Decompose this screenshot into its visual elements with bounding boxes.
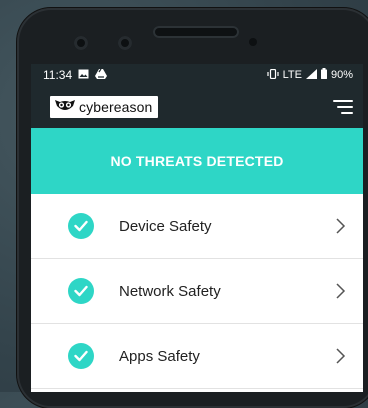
drive-icon — [95, 68, 108, 82]
status-time: 11:34 — [43, 68, 73, 82]
check-circle-icon — [68, 278, 94, 304]
check-circle-icon — [68, 213, 94, 239]
signal-icon — [305, 68, 317, 82]
brand-logo: cybereason — [50, 96, 159, 118]
image-icon — [78, 68, 89, 82]
vibrate-icon — [267, 68, 279, 82]
front-camera — [74, 36, 88, 50]
phone-speaker — [153, 26, 239, 38]
list-item-network-safety[interactable]: Network Safety — [31, 259, 363, 324]
network-type: LTE — [282, 69, 302, 81]
list-item-apps-safety[interactable]: Apps Safety — [31, 324, 363, 389]
list-item-label: Network Safety — [119, 282, 221, 300]
app-screen: 11:34 LTE 90% cybereason NO THREATS DETE… — [31, 64, 363, 392]
proximity-sensor — [249, 38, 257, 46]
list-item-label: Apps Safety — [119, 347, 200, 365]
battery-icon — [320, 68, 327, 82]
brand-name: cybereason — [79, 99, 153, 115]
list-item-label: Device Safety — [119, 217, 212, 235]
check-circle-icon — [68, 343, 94, 369]
hamburger-menu-icon[interactable] — [331, 98, 353, 116]
front-camera-secondary — [118, 36, 132, 50]
chevron-right-icon — [336, 283, 346, 299]
chevron-right-icon — [336, 348, 346, 364]
list-item-device-safety[interactable]: Device Safety — [31, 194, 363, 259]
app-header: cybereason — [31, 86, 363, 128]
battery-percent: 90% — [330, 69, 353, 81]
status-bar: 11:34 LTE 90% — [31, 64, 363, 86]
threat-status-banner: NO THREATS DETECTED — [31, 128, 363, 194]
owl-logo-icon — [54, 98, 76, 117]
chevron-right-icon — [336, 218, 346, 234]
banner-text: NO THREATS DETECTED — [110, 153, 284, 169]
